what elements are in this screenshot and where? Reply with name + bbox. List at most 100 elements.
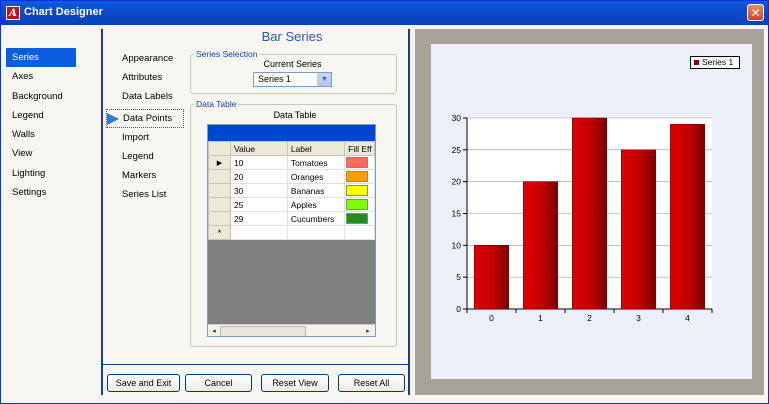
left-divider [101, 29, 103, 395]
color-swatch [346, 157, 369, 168]
y-tick-label: 15 [452, 209, 462, 219]
cell-label[interactable]: Oranges [286, 169, 346, 184]
cell-label[interactable]: Tomatoes [286, 155, 346, 170]
cell-fill[interactable] [344, 211, 375, 226]
x-tick-label: 2 [587, 313, 592, 323]
row-header [208, 211, 231, 226]
table-row[interactable]: ▶ 10 Tomatoes [208, 155, 375, 170]
save-and-exit-button[interactable]: Save and Exit [107, 374, 180, 392]
column-header-fill[interactable]: Fill Eff [344, 141, 375, 156]
cancel-button[interactable]: Cancel [185, 374, 252, 392]
subnav-item-appearance[interactable]: Appearance [106, 50, 184, 69]
cell-value[interactable]: 25 [229, 197, 288, 212]
column-header-value[interactable]: Value [229, 141, 288, 156]
app-icon: A [6, 6, 20, 20]
current-series-value: Series 1 [258, 74, 292, 84]
bottom-divider [103, 364, 408, 365]
cell-fill[interactable] [344, 197, 375, 212]
y-tick-label: 0 [456, 304, 461, 314]
cell-label[interactable]: Apples [286, 197, 346, 212]
subnav-item-markers[interactable]: Markers [106, 167, 184, 186]
grid-caption-bar [208, 125, 375, 141]
bar [523, 181, 558, 310]
row-header [208, 197, 231, 212]
sidebar-item-settings[interactable]: Settings [6, 183, 76, 202]
subnav-item-legend[interactable]: Legend [106, 148, 184, 167]
sidebar-item-lighting[interactable]: Lighting [6, 164, 76, 183]
data-table-legend: Data Table [196, 99, 237, 109]
close-button[interactable]: ✕ [747, 4, 764, 21]
row-header-corner [208, 141, 231, 156]
sidebar-item-legend[interactable]: Legend [6, 106, 76, 125]
scroll-thumb[interactable] [220, 326, 306, 336]
panel-heading: Bar Series [261, 29, 323, 44]
column-header-label[interactable]: Label [286, 141, 346, 156]
sidebar-item-axes[interactable]: Axes [6, 67, 76, 86]
title-bar[interactable]: A Chart Designer ✕ [1, 1, 768, 25]
table-row[interactable]: 25 Apples [208, 197, 375, 212]
current-series-select[interactable]: Series 1 ▼ [253, 72, 332, 87]
sidebar-item-walls[interactable]: Walls [6, 125, 76, 144]
scroll-left-icon[interactable]: ◂ [209, 326, 219, 336]
selected-arrow-icon [107, 112, 119, 125]
sidebar-item-background[interactable]: Background [6, 87, 76, 106]
row-header [208, 169, 231, 184]
table-row[interactable]: 29 Cucumbers [208, 211, 375, 226]
window-title: Chart Designer [24, 6, 103, 18]
bar [572, 117, 607, 310]
reset-all-button[interactable]: Reset All [338, 374, 405, 392]
cell-value[interactable]: 10 [229, 155, 288, 170]
scroll-right-icon[interactable]: ▸ [363, 326, 373, 336]
subnav-item-label: Data Points [123, 112, 173, 124]
y-tick-label: 30 [452, 113, 462, 123]
current-series-label: Current Series [263, 59, 322, 69]
subnav-item-data-points[interactable]: Data Points [106, 108, 184, 128]
y-tick-label: 25 [452, 145, 462, 155]
x-tick-label: 0 [489, 313, 494, 323]
y-tick-label: 10 [452, 240, 462, 250]
table-row[interactable]: 20 Oranges [208, 169, 375, 184]
new-row[interactable]: * [208, 225, 375, 240]
subnav-item-data-labels[interactable]: Data Labels [106, 88, 184, 107]
cell-fill[interactable] [344, 169, 375, 184]
new-row-marker-icon: * [208, 225, 231, 240]
table-row[interactable]: 30 Bananas [208, 183, 375, 198]
cell-label[interactable]: Bananas [286, 183, 346, 198]
color-swatch [346, 171, 369, 182]
cell-fill[interactable] [344, 225, 375, 240]
x-tick-label: 3 [636, 313, 641, 323]
cell-value[interactable]: 20 [229, 169, 288, 184]
data-grid-table: Value Label Fill Eff ▶ 10 Tomatoes 20 Or… [208, 141, 375, 240]
bar [621, 149, 656, 310]
subnav-item-series-list[interactable]: Series List [106, 186, 184, 205]
chevron-down-icon[interactable]: ▼ [317, 73, 331, 86]
color-swatch [346, 185, 369, 196]
y-tick-label: 20 [452, 177, 462, 187]
cell-label[interactable] [286, 225, 346, 240]
bar [670, 124, 705, 310]
series-selection-legend: Series Selection [196, 49, 258, 59]
cell-value[interactable] [229, 225, 288, 240]
subnav-item-attributes[interactable]: Attributes [106, 69, 184, 88]
sidebar-item-series[interactable]: Series [6, 48, 76, 68]
cell-label[interactable]: Cucumbers [286, 211, 346, 226]
data-grid[interactable]: Value Label Fill Eff ▶ 10 Tomatoes 20 Or… [207, 124, 376, 337]
horizontal-scrollbar[interactable]: ◂ ▸ [208, 324, 375, 336]
reset-view-button[interactable]: Reset View [261, 374, 329, 392]
cell-fill[interactable] [344, 183, 375, 198]
color-swatch [346, 213, 369, 224]
color-swatch [346, 199, 369, 210]
cell-value[interactable]: 30 [229, 183, 288, 198]
sidebar-item-view[interactable]: View [6, 144, 76, 163]
cell-fill[interactable] [344, 155, 375, 170]
y-tick-label: 5 [456, 272, 461, 282]
subnav-item-import[interactable]: Import [106, 129, 184, 148]
series-subnav: Appearance Attributes Data Labels Data P… [106, 50, 184, 205]
row-header [208, 183, 231, 198]
cell-value[interactable]: 29 [229, 211, 288, 226]
right-divider [408, 29, 410, 395]
bar [474, 245, 509, 310]
current-row-marker-icon: ▶ [208, 155, 231, 170]
x-tick-label: 4 [685, 313, 690, 323]
bar-chart: 0 5 10 15 20 25 30 0 1 2 3 4 [452, 113, 713, 323]
